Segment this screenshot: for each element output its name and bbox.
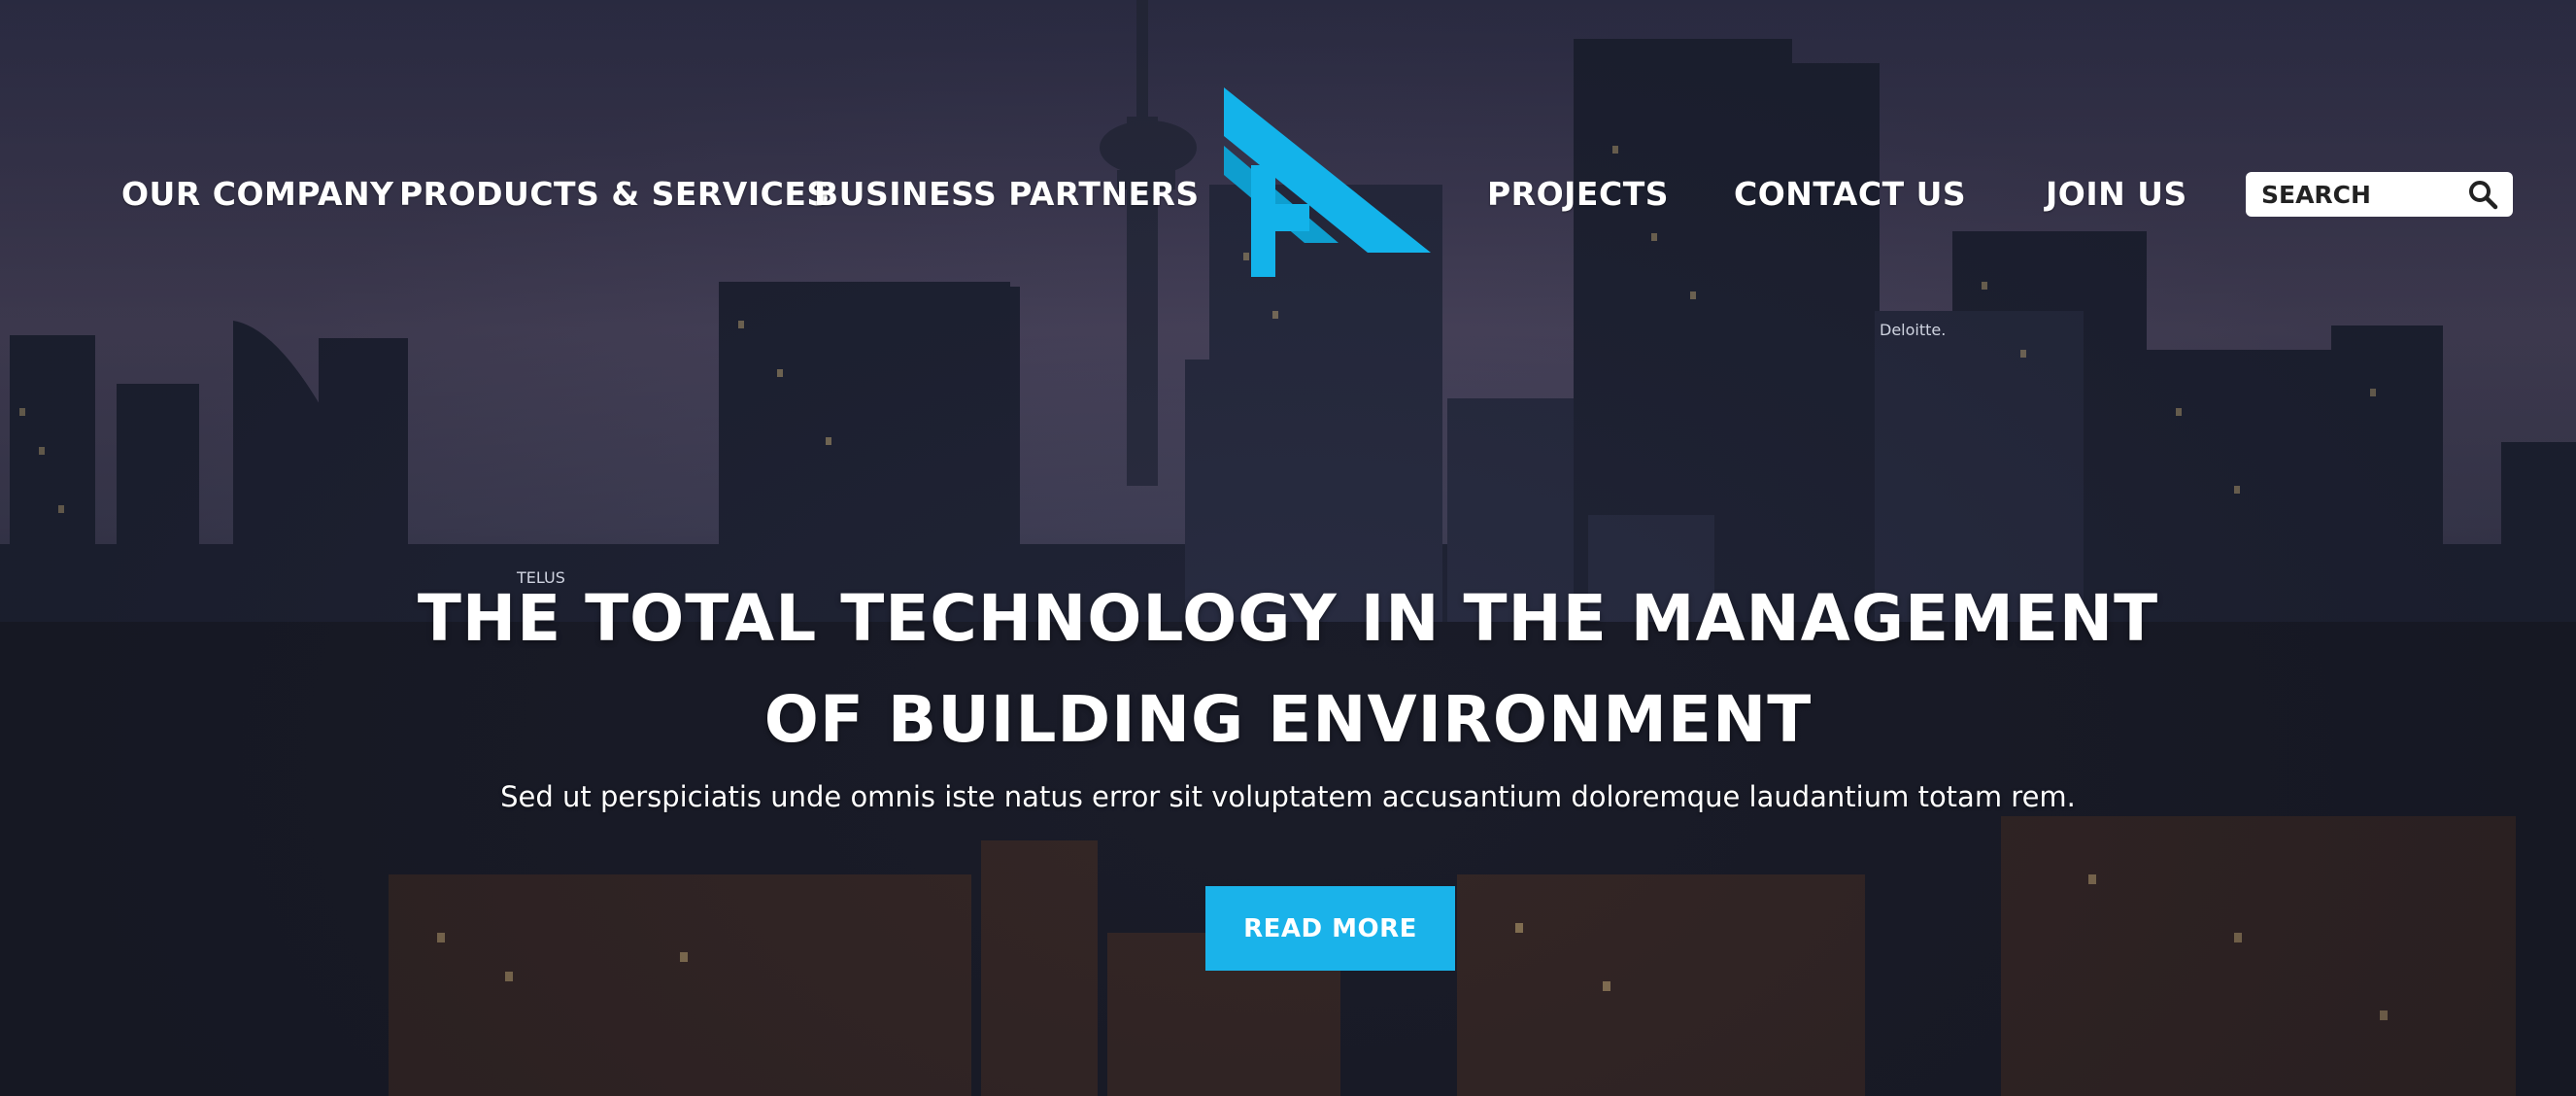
- deloitte-sign: Deloitte.: [1880, 321, 1947, 339]
- nav-join-us[interactable]: JOIN US: [2046, 173, 2187, 216]
- search-icon[interactable]: [2466, 178, 2499, 211]
- search-box[interactable]: [2246, 172, 2513, 217]
- hero-section: OUR COMPANY PRODUCTS & SERVICES BUSINESS…: [0, 0, 2576, 1096]
- read-more-button[interactable]: READ MORE: [1205, 886, 1455, 971]
- nav-contact-us[interactable]: CONTACT US: [1734, 173, 1966, 216]
- telus-sign: TELUS: [517, 568, 565, 587]
- nav-our-company[interactable]: OUR COMPANY: [121, 173, 394, 216]
- nav-business-partners[interactable]: BUSINESS PARTNERS: [814, 173, 1200, 216]
- hero-headline-line-1: THE TOTAL TECHNOLOGY IN THE MANAGEMENT: [417, 581, 2159, 656]
- nav-products-services[interactable]: PRODUCTS & SERVICES: [399, 173, 830, 216]
- nav-projects[interactable]: PROJECTS: [1487, 173, 1669, 216]
- hero-headline-line-2: OF BUILDING ENVIRONMENT: [763, 682, 1813, 757]
- hero-subtitle: Sed ut perspiciatis unde omnis iste natu…: [500, 780, 2076, 813]
- company-logo[interactable]: [1222, 87, 1436, 282]
- search-input[interactable]: [2261, 180, 2466, 209]
